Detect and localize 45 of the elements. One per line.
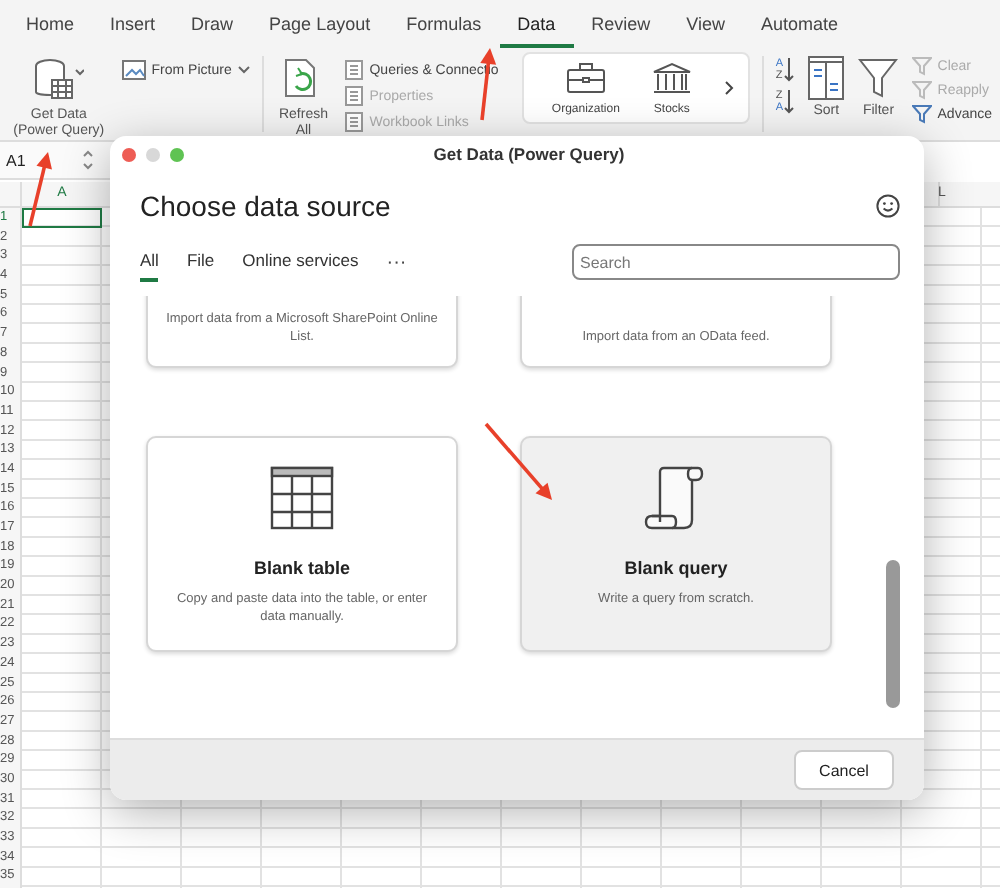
smiley-icon[interactable] (876, 194, 900, 218)
source-tab[interactable]: File (186, 243, 215, 281)
active-cell[interactable] (22, 208, 102, 228)
funnel-icon (858, 56, 899, 100)
dialog-heading: Choose data source (140, 190, 391, 222)
database-icon (32, 56, 85, 104)
funnel-icon (911, 80, 932, 100)
scroll-icon (644, 466, 708, 530)
document-icon (343, 60, 364, 80)
sort-icon (808, 56, 845, 100)
ribbon-tab[interactable]: Automate (743, 14, 857, 48)
more-tabs-button[interactable]: ··· (386, 251, 407, 273)
card-title: Blank table (253, 558, 350, 578)
close-button[interactable] (122, 147, 136, 161)
card-title: Blank query (624, 558, 728, 578)
zoom-button[interactable] (170, 147, 184, 161)
window-title: Get Data (Power Query) (431, 144, 627, 164)
funnel-icon (911, 56, 932, 76)
chevron-right-icon[interactable] (723, 80, 736, 96)
cancel-button[interactable]: Cancel (794, 750, 894, 790)
scrollbar-thumb[interactable] (886, 560, 900, 708)
bank-icon (651, 61, 692, 93)
annotation-arrow (484, 422, 552, 500)
down-arrow-icon (784, 90, 795, 114)
ribbon-tab[interactable]: Draw (173, 14, 252, 48)
ribbon-tab[interactable]: Formulas (388, 14, 500, 48)
briefcase-icon (565, 61, 606, 93)
down-arrow-icon (784, 58, 795, 82)
ribbon-tab[interactable]: Home (8, 14, 93, 48)
document-icon (343, 112, 364, 132)
stepper-icon[interactable] (81, 148, 94, 172)
annotation-arrow (28, 152, 52, 227)
name-box[interactable]: A1 (6, 151, 26, 169)
ribbon-tab[interactable]: Page Layout (251, 14, 389, 48)
document-icon (343, 86, 364, 106)
ribbon-tab[interactable]: View (668, 14, 743, 48)
picture-icon (121, 60, 146, 80)
ribbon-tab[interactable]: Review (573, 14, 669, 48)
funnel-icon (911, 104, 932, 124)
source-tab[interactable]: All (140, 243, 159, 281)
ribbon-tab[interactable]: Insert (92, 14, 174, 48)
search-field[interactable]: Search (572, 244, 900, 280)
caret-icon (237, 66, 250, 74)
source-tab[interactable]: Online services (242, 243, 359, 281)
table-icon (270, 466, 334, 530)
